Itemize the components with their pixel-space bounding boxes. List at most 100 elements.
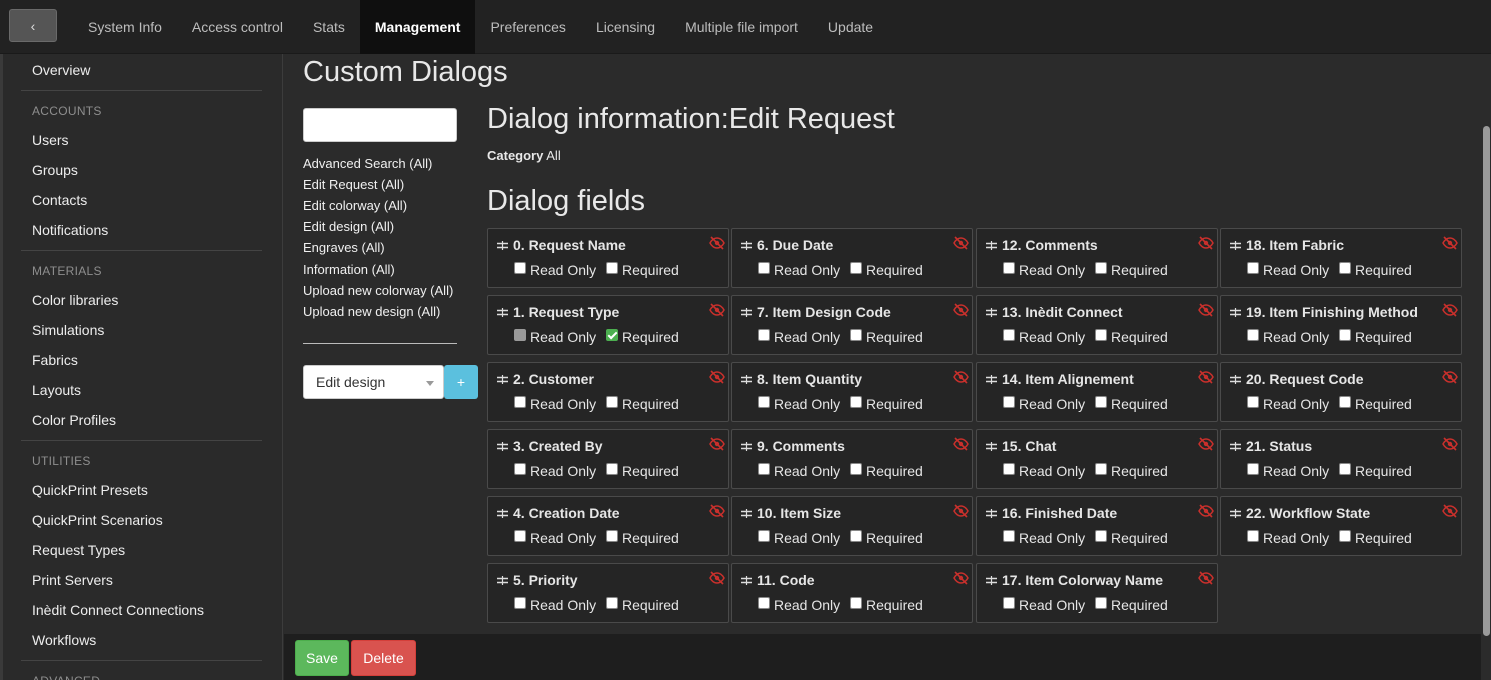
- read-only-checkbox[interactable]: [1247, 262, 1259, 274]
- read-only-checkbox[interactable]: [758, 597, 770, 609]
- drag-handle-icon[interactable]: [497, 509, 508, 518]
- tab-multiple-file-import[interactable]: Multiple file import: [670, 0, 813, 54]
- dialog-field-card[interactable]: 11. Code Read Only Required: [731, 563, 973, 623]
- required-checkbox[interactable]: [1339, 396, 1351, 408]
- dialog-field-card[interactable]: 4. Creation Date Read Only Required: [487, 496, 729, 556]
- drag-handle-icon[interactable]: [1230, 241, 1241, 250]
- read-only-checkbox[interactable]: [514, 262, 526, 274]
- eye-slash-icon[interactable]: [1198, 236, 1214, 250]
- drag-handle-icon[interactable]: [741, 308, 752, 317]
- delete-button[interactable]: Delete: [351, 640, 416, 676]
- sidebar-item-color-profiles[interactable]: Color Profiles: [32, 412, 116, 428]
- dialog-list-item[interactable]: Engraves (All): [303, 240, 385, 255]
- dialog-list-item[interactable]: Advanced Search (All): [303, 156, 432, 171]
- drag-handle-icon[interactable]: [741, 375, 752, 384]
- dialog-field-card[interactable]: 22. Workflow State Read Only Required: [1220, 496, 1462, 556]
- tab-update[interactable]: Update: [813, 0, 888, 54]
- dialog-field-card[interactable]: 0. Request Name Read Only Required: [487, 228, 729, 288]
- drag-handle-icon[interactable]: [986, 509, 997, 518]
- required-checkbox[interactable]: [1339, 530, 1351, 542]
- required-checkbox[interactable]: [606, 329, 618, 341]
- eye-slash-icon[interactable]: [1198, 437, 1214, 451]
- dialog-field-card[interactable]: 1. Request Type Read Only Required: [487, 295, 729, 355]
- required-checkbox[interactable]: [1095, 597, 1107, 609]
- required-checkbox[interactable]: [1095, 396, 1107, 408]
- drag-handle-icon[interactable]: [986, 576, 997, 585]
- dialog-list-item[interactable]: Upload new design (All): [303, 304, 440, 319]
- read-only-checkbox[interactable]: [758, 530, 770, 542]
- read-only-checkbox[interactable]: [1003, 530, 1015, 542]
- dialog-field-card[interactable]: 13. Inèdit Connect Read Only Required: [976, 295, 1218, 355]
- dialog-field-card[interactable]: 20. Request Code Read Only Required: [1220, 362, 1462, 422]
- required-checkbox[interactable]: [606, 463, 618, 475]
- read-only-checkbox[interactable]: [1003, 329, 1015, 341]
- tab-stats[interactable]: Stats: [298, 0, 360, 54]
- required-checkbox[interactable]: [1095, 463, 1107, 475]
- eye-slash-icon[interactable]: [1198, 571, 1214, 585]
- drag-handle-icon[interactable]: [497, 308, 508, 317]
- drag-handle-icon[interactable]: [1230, 509, 1241, 518]
- dialog-field-card[interactable]: 21. Status Read Only Required: [1220, 429, 1462, 489]
- dialog-field-card[interactable]: 14. Item Alignement Read Only Required: [976, 362, 1218, 422]
- dialog-field-card[interactable]: 3. Created By Read Only Required: [487, 429, 729, 489]
- drag-handle-icon[interactable]: [741, 509, 752, 518]
- new-dialog-select[interactable]: Edit design: [303, 365, 444, 399]
- eye-slash-icon[interactable]: [709, 303, 725, 317]
- required-checkbox[interactable]: [1339, 463, 1351, 475]
- drag-handle-icon[interactable]: [497, 442, 508, 451]
- eye-slash-icon[interactable]: [953, 370, 969, 384]
- tab-preferences[interactable]: Preferences: [475, 0, 580, 54]
- required-checkbox[interactable]: [1339, 329, 1351, 341]
- required-checkbox[interactable]: [850, 396, 862, 408]
- sidebar-item-print-servers[interactable]: Print Servers: [32, 572, 113, 588]
- drag-handle-icon[interactable]: [1230, 442, 1241, 451]
- required-checkbox[interactable]: [1339, 262, 1351, 274]
- add-dialog-button[interactable]: +: [444, 365, 478, 399]
- read-only-checkbox[interactable]: [514, 597, 526, 609]
- save-button[interactable]: Save: [295, 640, 349, 676]
- dialog-list-item[interactable]: Edit Request (All): [303, 177, 404, 192]
- eye-slash-icon[interactable]: [709, 236, 725, 250]
- drag-handle-icon[interactable]: [497, 375, 508, 384]
- eye-slash-icon[interactable]: [1442, 437, 1458, 451]
- dialog-list-item[interactable]: Edit colorway (All): [303, 198, 407, 213]
- read-only-checkbox[interactable]: [1003, 262, 1015, 274]
- sidebar-item-in-dit-connect-connections[interactable]: Inèdit Connect Connections: [32, 602, 204, 618]
- read-only-checkbox[interactable]: [1247, 396, 1259, 408]
- drag-handle-icon[interactable]: [741, 241, 752, 250]
- drag-handle-icon[interactable]: [1230, 308, 1241, 317]
- sidebar-item-quickprint-scenarios[interactable]: QuickPrint Scenarios: [32, 512, 163, 528]
- eye-slash-icon[interactable]: [709, 437, 725, 451]
- sidebar-item-color-libraries[interactable]: Color libraries: [32, 292, 118, 308]
- eye-slash-icon[interactable]: [709, 370, 725, 384]
- required-checkbox[interactable]: [850, 463, 862, 475]
- eye-slash-icon[interactable]: [709, 571, 725, 585]
- sidebar-item-overview[interactable]: Overview: [32, 62, 90, 78]
- eye-slash-icon[interactable]: [1198, 370, 1214, 384]
- eye-slash-icon[interactable]: [1198, 504, 1214, 518]
- dialog-search-input[interactable]: [303, 108, 457, 142]
- read-only-checkbox[interactable]: [1247, 329, 1259, 341]
- sidebar-item-workflows[interactable]: Workflows: [32, 632, 96, 648]
- eye-slash-icon[interactable]: [953, 504, 969, 518]
- eye-slash-icon[interactable]: [1442, 370, 1458, 384]
- read-only-checkbox[interactable]: [514, 396, 526, 408]
- tab-licensing[interactable]: Licensing: [581, 0, 670, 54]
- required-checkbox[interactable]: [850, 262, 862, 274]
- eye-slash-icon[interactable]: [953, 437, 969, 451]
- tab-access-control[interactable]: Access control: [177, 0, 298, 54]
- drag-handle-icon[interactable]: [986, 442, 997, 451]
- sidebar-item-contacts[interactable]: Contacts: [32, 192, 87, 208]
- required-checkbox[interactable]: [1095, 530, 1107, 542]
- dialog-field-card[interactable]: 5. Priority Read Only Required: [487, 563, 729, 623]
- dialog-field-card[interactable]: 9. Comments Read Only Required: [731, 429, 973, 489]
- scrollbar[interactable]: [1481, 54, 1491, 680]
- dialog-field-card[interactable]: 10. Item Size Read Only Required: [731, 496, 973, 556]
- sidebar-item-notifications[interactable]: Notifications: [32, 222, 108, 238]
- eye-slash-icon[interactable]: [1442, 236, 1458, 250]
- dialog-field-card[interactable]: 12. Comments Read Only Required: [976, 228, 1218, 288]
- read-only-checkbox[interactable]: [514, 463, 526, 475]
- drag-handle-icon[interactable]: [1230, 375, 1241, 384]
- dialog-list-item[interactable]: Information (All): [303, 262, 395, 277]
- read-only-checkbox[interactable]: [758, 463, 770, 475]
